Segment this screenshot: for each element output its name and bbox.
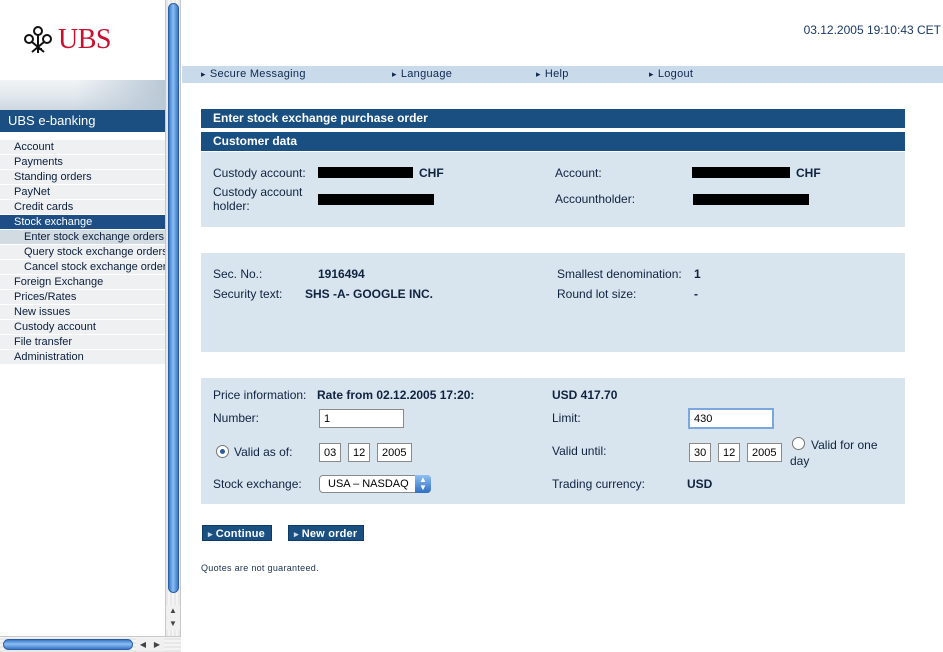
scroll-left-arrow-icon[interactable]: ◀	[136, 638, 150, 651]
keys-icon	[24, 26, 52, 53]
logo-wordmark: UBS	[58, 24, 111, 55]
valid-as-of-radio[interactable]	[216, 445, 229, 458]
security-panel	[201, 253, 905, 352]
custody-account-label: Custody account:	[213, 166, 306, 180]
redacted-accountholder	[693, 194, 809, 205]
sidebar-item-custody-account[interactable]: Custody account	[0, 320, 165, 335]
customer-data-panel	[201, 152, 905, 227]
sidebar-item-account[interactable]: Account	[0, 140, 165, 155]
valid-for-one-day-radio[interactable]	[792, 437, 805, 450]
sidebar-item-administration[interactable]: Administration	[0, 350, 165, 365]
scrollbar-thumb[interactable]	[3, 639, 133, 650]
sidebar-item-paynet[interactable]: PayNet	[0, 185, 165, 200]
sidebar-item-standing-orders[interactable]: Standing orders	[0, 170, 165, 185]
ubs-logo[interactable]: UBS	[22, 24, 111, 56]
number-input[interactable]	[319, 409, 404, 428]
trading-currency-label: Trading currency:	[552, 477, 645, 491]
stock-exchange-select[interactable]: USA – NASDAQ ▲ ▼	[319, 475, 431, 493]
number-label: Number:	[213, 411, 260, 425]
nav-help[interactable]: Help	[536, 66, 569, 83]
sidebar-item-credit-cards[interactable]: Credit cards	[0, 200, 165, 215]
scroll-up-arrow-icon[interactable]: ▲	[166, 605, 180, 617]
sidebar-item-cancel-stock-exchange-orders[interactable]: Cancel stock exchange orders	[0, 260, 165, 275]
continue-button[interactable]: Continue	[202, 525, 272, 541]
customer-section-title: Customer data	[201, 132, 905, 151]
trading-currency-value: USD	[687, 477, 713, 491]
sidebar-item-file-transfer[interactable]: File transfer	[0, 335, 165, 350]
valid-as-of-label: Valid as of:	[234, 445, 293, 459]
new-order-button[interactable]: New order	[288, 525, 365, 541]
round-lot-value: -	[694, 287, 698, 301]
smallest-denomination-label: Smallest denomination:	[557, 267, 682, 281]
scrollbar-thumb[interactable]	[168, 3, 179, 593]
valid-until-day-input[interactable]	[689, 443, 711, 462]
sidebar-nav: Account Payments Standing orders PayNet Cred…	[0, 140, 165, 365]
nav-language[interactable]: Language	[392, 66, 452, 83]
select-arrows-icon: ▲ ▼	[415, 475, 431, 493]
custody-holder-label-2: holder:	[213, 199, 250, 213]
redacted-custody-holder	[318, 194, 434, 205]
valid-as-of-day-input[interactable]	[319, 443, 341, 462]
account-currency: CHF	[796, 166, 821, 180]
scroll-right-arrow-icon[interactable]: ▶	[150, 638, 164, 651]
sidebar-item-payments[interactable]: Payments	[0, 155, 165, 170]
nav-secure-messaging[interactable]: Secure Messaging	[201, 66, 306, 83]
left-horizontal-scrollbar[interactable]: ◀ ▶	[0, 636, 181, 652]
limit-input[interactable]	[688, 408, 774, 429]
accountholder-label: Accountholder:	[555, 192, 636, 206]
datetime: 03.12.2005 19:10:43 CET	[803, 23, 941, 37]
quotes-disclaimer: Quotes are not guaranteed.	[201, 563, 319, 573]
left-nav-frame: UBS UBS e-banking Account Payments Standin…	[0, 0, 165, 636]
valid-as-of-month-input[interactable]	[348, 443, 370, 462]
custody-account-currency: CHF	[419, 166, 444, 180]
security-text-value: SHS -A- GOOGLE INC.	[305, 287, 434, 301]
valid-for-one-day-label-2: day	[790, 454, 810, 468]
valid-for-one-day-label: Valid for one	[811, 438, 878, 452]
sidebar-item-enter-stock-exchange-orders[interactable]: Enter stock exchange orders	[0, 230, 165, 245]
custody-holder-label: Custody account	[213, 185, 303, 199]
top-navigation: Secure Messaging Language Help Logout	[182, 66, 943, 83]
limit-label: Limit:	[552, 411, 581, 425]
smallest-denomination-value: 1	[694, 267, 701, 281]
stock-exchange-label: Stock exchange:	[213, 477, 302, 491]
redacted-account	[692, 167, 790, 178]
nav-logout[interactable]: Logout	[649, 66, 693, 83]
sidebar-item-foreign-exchange[interactable]: Foreign Exchange	[0, 275, 165, 290]
valid-as-of-year-input[interactable]	[377, 443, 412, 462]
valid-until-year-input[interactable]	[747, 443, 782, 462]
sidebar-item-new-issues[interactable]: New issues	[0, 305, 165, 320]
valid-until-label: Valid until:	[552, 444, 607, 458]
account-label: Account:	[555, 166, 602, 180]
sec-no-value: 1916494	[318, 267, 365, 281]
sidebar-item-prices-rates[interactable]: Prices/Rates	[0, 290, 165, 305]
ebanking-header: UBS e-banking	[0, 110, 165, 132]
left-vertical-scrollbar[interactable]: ▲ ▼	[165, 0, 181, 636]
sec-no-label: Sec. No.:	[213, 267, 263, 281]
price-value: USD 417.70	[552, 388, 618, 402]
rate-text: Rate from 02.12.2005 17:20:	[317, 388, 475, 402]
valid-until-month-input[interactable]	[718, 443, 740, 462]
security-text-label: Security text:	[213, 287, 283, 301]
scroll-down-arrow-icon[interactable]: ▼	[166, 618, 180, 630]
stock-exchange-value: USA – NASDAQ	[328, 478, 409, 490]
redacted-custody-account	[318, 167, 413, 178]
round-lot-label: Round lot size:	[557, 287, 637, 301]
sidebar-item-stock-exchange[interactable]: Stock exchange	[0, 215, 165, 230]
page-title: Enter stock exchange purchase order	[201, 109, 905, 128]
price-info-label: Price information:	[213, 388, 307, 402]
sidebar-item-query-stock-exchange-orders[interactable]: Query stock exchange orders	[0, 245, 165, 260]
brand-banner	[0, 80, 165, 110]
